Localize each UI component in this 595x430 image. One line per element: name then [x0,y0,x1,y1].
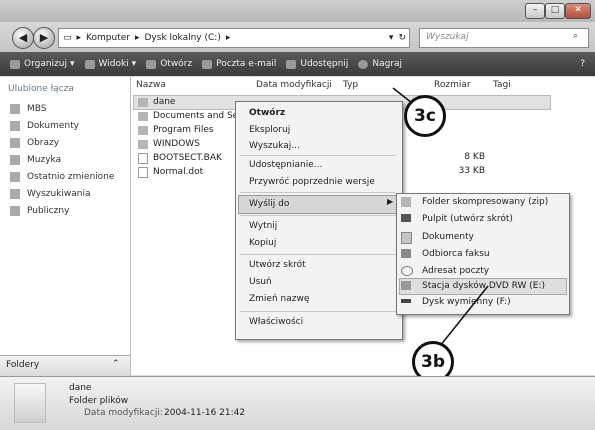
callout-lines [392,87,489,347]
details-name: dane [69,383,92,393]
details-pane: dane Folder plików Data modyfikacji: 200… [0,376,595,430]
callout-line-3b [439,285,489,347]
details-modified-label: Data modyfikacji: [84,408,163,418]
explorer-window: – □ ✕ ◀ ▶ ▭ ▸ Komputer ▸ Dysk lokalny (C… [0,0,595,430]
large-folder-icon [14,383,46,423]
details-modified-value: 2004-11-16 21:42 [164,408,246,418]
callout-3c: 3c [404,95,446,137]
details-type: Folder plików [69,396,129,406]
